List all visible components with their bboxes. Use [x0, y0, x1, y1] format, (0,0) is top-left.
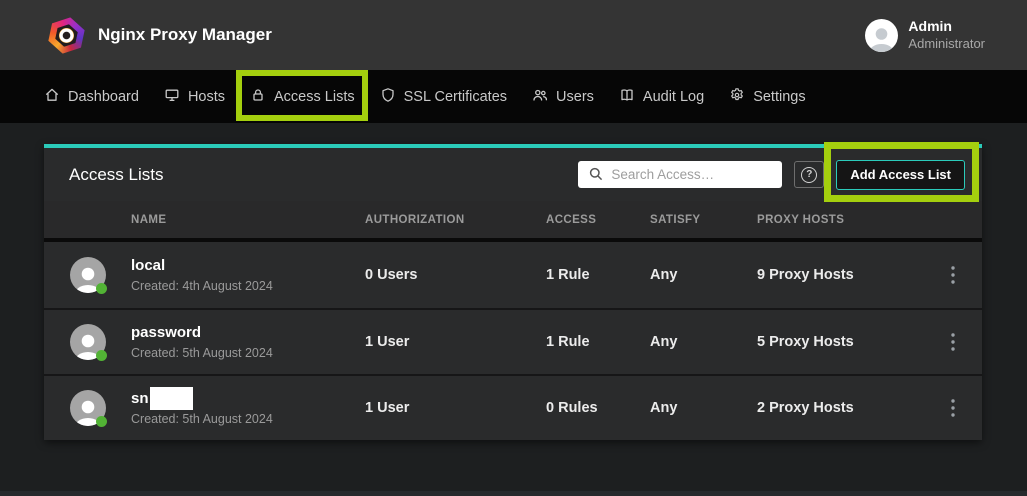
main-nav: Dashboard Hosts Access Lists SSL Certifi… — [0, 70, 1027, 123]
access-list-name: password — [131, 324, 201, 342]
nav-item-ssl-certificates[interactable]: SSL Certificates — [380, 87, 507, 107]
table-row[interactable]: password Created: 5th August 2024 1 User… — [44, 308, 982, 374]
nav-label: Settings — [753, 89, 805, 105]
user-name: Admin — [908, 18, 985, 36]
top-header: Nginx Proxy Manager Admin Administrator — [0, 0, 1027, 70]
users-icon — [532, 87, 548, 107]
table-row[interactable]: local Created: 4th August 2024 0 Users 1… — [44, 242, 982, 308]
satisfy-value: Any — [650, 334, 757, 350]
npm-logo-icon — [48, 17, 85, 54]
row-avatar — [70, 257, 106, 293]
proxy-hosts-value: 5 Proxy Hosts — [757, 334, 924, 350]
nav-label: Audit Log — [643, 89, 704, 105]
panel-title: Access Lists — [69, 165, 163, 185]
column-header-access: ACCESS — [546, 214, 650, 226]
authorization-value: 1 User — [365, 400, 546, 416]
row-menu-button[interactable] — [924, 376, 982, 440]
access-list-name: sn — [131, 390, 149, 408]
status-dot-icon — [96, 283, 107, 294]
column-header-satisfy: SATISFY — [650, 214, 757, 226]
help-button[interactable]: ? — [794, 161, 824, 188]
user-role: Administrator — [908, 36, 985, 52]
status-dot-icon — [96, 416, 107, 427]
nav-label: Users — [556, 89, 594, 105]
access-value: 1 Rule — [546, 267, 650, 283]
nav-item-dashboard[interactable]: Dashboard — [44, 87, 139, 107]
column-header-name: NAME — [44, 214, 365, 226]
row-avatar — [70, 390, 106, 426]
nav-item-audit-log[interactable]: Audit Log — [619, 87, 704, 107]
nav-item-users[interactable]: Users — [532, 87, 594, 107]
row-menu-button[interactable] — [924, 242, 982, 308]
access-value: 0 Rules — [546, 400, 650, 416]
authorization-value: 1 User — [365, 334, 546, 350]
access-list-created: Created: 5th August 2024 — [131, 346, 273, 361]
redaction-box — [150, 387, 193, 410]
app-title: Nginx Proxy Manager — [98, 25, 272, 45]
nav-label: Hosts — [188, 89, 225, 105]
monitor-icon — [164, 87, 180, 107]
access-value: 1 Rule — [546, 334, 650, 350]
lock-icon — [250, 87, 266, 107]
add-access-list-button[interactable]: Add Access List — [836, 160, 965, 190]
table-row[interactable]: sn Created: 5th August 2024 1 User 0 Rul… — [44, 374, 982, 440]
bottom-edge-strip — [0, 491, 1027, 496]
home-icon — [44, 87, 60, 107]
book-icon — [619, 87, 635, 107]
gear-icon — [729, 87, 745, 107]
proxy-hosts-value: 2 Proxy Hosts — [757, 400, 924, 416]
nav-label: Dashboard — [68, 89, 139, 105]
nav-label: Access Lists — [274, 89, 355, 105]
nav-item-hosts[interactable]: Hosts — [164, 87, 225, 107]
table-header-row: NAME AUTHORIZATION ACCESS SATISFY PROXY … — [44, 201, 982, 238]
proxy-hosts-value: 9 Proxy Hosts — [757, 267, 924, 283]
access-lists-panel: Access Lists ? Add Access List NAME AUTH… — [44, 144, 982, 440]
column-header-authorization: AUTHORIZATION — [365, 214, 546, 226]
shield-icon — [380, 87, 396, 107]
column-header-proxy-hosts: PROXY HOSTS — [757, 214, 924, 226]
search-box — [578, 161, 782, 188]
search-icon — [588, 166, 604, 187]
nav-item-access-lists[interactable]: Access Lists — [250, 87, 355, 107]
app-window: Nginx Proxy Manager Admin Administrator … — [0, 0, 1027, 496]
satisfy-value: Any — [650, 267, 757, 283]
authorization-value: 0 Users — [365, 267, 546, 283]
panel-header: Access Lists ? Add Access List — [44, 148, 982, 201]
user-avatar — [865, 19, 898, 52]
user-menu[interactable]: Admin Administrator — [865, 18, 985, 52]
search-input[interactable] — [578, 161, 782, 188]
help-icon: ? — [801, 167, 817, 183]
access-list-created: Created: 4th August 2024 — [131, 279, 273, 294]
status-dot-icon — [96, 350, 107, 361]
satisfy-value: Any — [650, 400, 757, 416]
access-list-created: Created: 5th August 2024 — [131, 412, 273, 427]
nav-label: SSL Certificates — [404, 89, 507, 105]
row-avatar — [70, 324, 106, 360]
row-menu-button[interactable] — [924, 310, 982, 374]
access-list-name: local — [131, 257, 165, 275]
table-body: local Created: 4th August 2024 0 Users 1… — [44, 242, 982, 440]
nav-item-settings[interactable]: Settings — [729, 87, 805, 107]
